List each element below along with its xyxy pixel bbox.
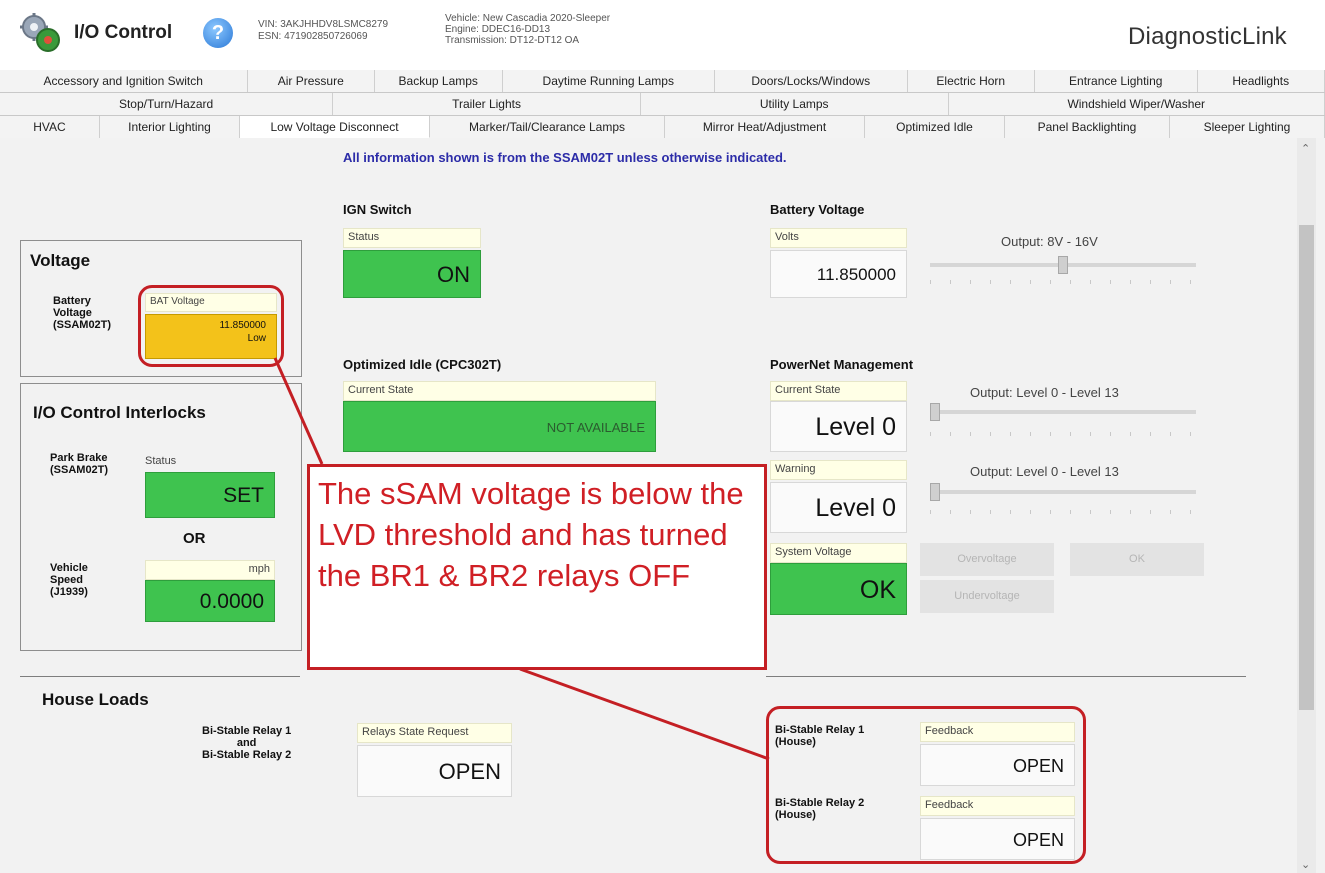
annotation-connector-lines: [273, 357, 770, 761]
voltage-highlight-outline: [138, 285, 284, 367]
relay-feedback-highlight-outline: [766, 706, 1086, 864]
annotation-callout: The sSAM voltage is below the LVD thresh…: [307, 464, 767, 670]
